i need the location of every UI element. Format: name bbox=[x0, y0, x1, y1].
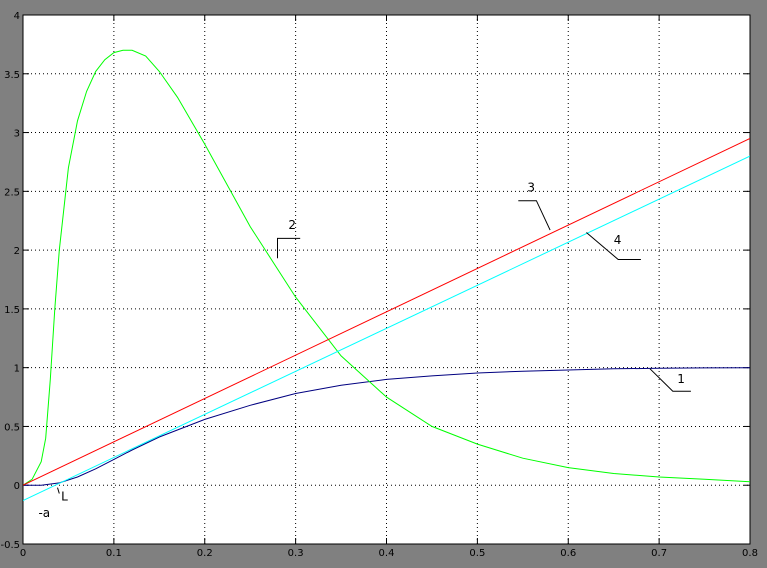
annotation-label-3: 3 bbox=[527, 180, 535, 194]
chart-canvas: 0 0.1 0.2 0.3 0.4 0.5 0.6 0.7 0.8-0.500.511.522.… bbox=[0, 0, 767, 568]
y-tick-label: 0 bbox=[14, 481, 20, 492]
y-tick-label: 1 bbox=[14, 364, 20, 375]
annotation-label-4: 4 bbox=[614, 233, 622, 247]
x-tick-label: 0 bbox=[20, 548, 26, 559]
y-tick-label: 4 bbox=[14, 11, 20, 22]
x-tick-label: 0.7 bbox=[651, 548, 667, 559]
y-tick-label: 1.5 bbox=[4, 305, 20, 316]
y-tick-label: 3.5 bbox=[4, 70, 20, 81]
x-tick-label: 0.4 bbox=[379, 548, 395, 559]
y-tick-label: 2.5 bbox=[4, 187, 20, 198]
annotation-label-L: L bbox=[61, 490, 68, 504]
x-tick-label: 0.3 bbox=[288, 548, 304, 559]
annotation-label-1: 1 bbox=[677, 372, 685, 386]
x-tick-label: 0.2 bbox=[197, 548, 213, 559]
x-tick-label: 0.1 bbox=[106, 548, 122, 559]
x-tick-label: 0.8 bbox=[742, 548, 758, 559]
annotation-label-2: 2 bbox=[288, 218, 296, 232]
x-tick-label: 0.5 bbox=[469, 548, 485, 559]
y-tick-label: 0.5 bbox=[4, 422, 20, 433]
y-tick-label: -0.5 bbox=[0, 540, 20, 551]
y-tick-label: 2 bbox=[14, 246, 20, 257]
y-tick-label: 3 bbox=[14, 129, 20, 140]
annotation-label-a: -a bbox=[38, 506, 50, 520]
x-tick-label: 0.6 bbox=[560, 548, 576, 559]
